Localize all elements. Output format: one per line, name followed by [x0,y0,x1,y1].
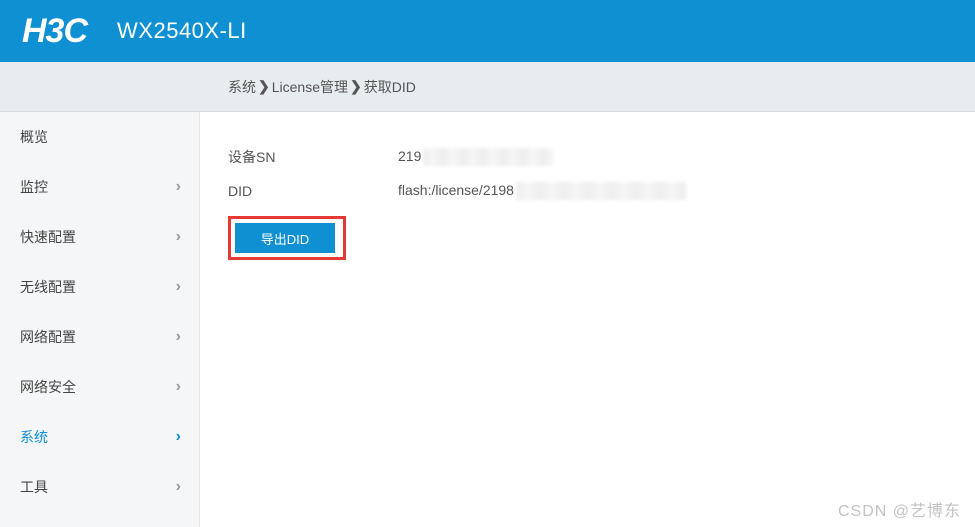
chevron-right-icon: › [176,378,181,396]
did-row: DID flash:/license/2198 [228,174,965,208]
sidebar-item-quickconfig[interactable]: 快速配置 › [0,212,199,262]
chevron-right-icon: › [176,278,181,296]
device-sn-row: 设备SN 219 [228,140,965,174]
device-sn-prefix: 219 [398,148,421,164]
content-panel: 设备SN 219 DID flash:/license/2198 导出DID [200,112,975,527]
chevron-right-icon: › [176,228,181,246]
redacted-icon [423,148,553,166]
sidebar-item-wireless[interactable]: 无线配置 › [0,262,199,312]
chevron-right-icon: › [176,328,181,346]
highlight-box: 导出DID [228,216,346,260]
breadcrumb-item[interactable]: License管理 [272,77,348,97]
sidebar-item-label: 快速配置 [20,227,76,247]
sidebar-item-label: 网络配置 [20,327,76,347]
watermark-text: CSDN @艺博东 [838,497,961,521]
sidebar-item-label: 概览 [20,127,48,147]
sidebar-item-security[interactable]: 网络安全 › [0,362,199,412]
chevron-right-icon: › [176,478,181,496]
breadcrumb-item[interactable]: 获取DID [364,77,416,97]
sidebar-item-label: 系统 [20,427,48,447]
did-value: flash:/license/2198 [398,182,686,200]
device-model: WX2540X-LI [117,18,247,44]
sidebar-item-monitor[interactable]: 监控 › [0,162,199,212]
sidebar-item-label: 网络安全 [20,377,76,397]
sidebar-item-network[interactable]: 网络配置 › [0,312,199,362]
export-did-button[interactable]: 导出DID [235,223,335,253]
did-label: DID [228,183,398,199]
chevron-right-icon: ❯ [258,78,270,95]
device-sn-label: 设备SN [228,147,398,167]
sidebar-item-label: 监控 [20,177,48,197]
device-sn-value: 219 [398,148,553,166]
chevron-right-icon: › [176,428,181,446]
sidebar-item-tools[interactable]: 工具 › [0,462,199,512]
chevron-right-icon: ❯ [350,78,362,95]
sidebar: 概览 监控 › 快速配置 › 无线配置 › 网络配置 › 网络安全 › 系统 ›… [0,112,200,527]
redacted-icon [516,182,686,200]
breadcrumb: 系统 ❯ License管理 ❯ 获取DID [0,62,975,112]
breadcrumb-item[interactable]: 系统 [228,77,256,97]
sidebar-item-label: 无线配置 [20,277,76,297]
sidebar-item-overview[interactable]: 概览 [0,112,199,162]
brand-logo: H3C [22,12,87,51]
sidebar-item-system[interactable]: 系统 › [0,412,199,462]
chevron-right-icon: › [176,178,181,196]
did-prefix: flash:/license/2198 [398,182,514,198]
sidebar-item-label: 工具 [20,477,48,497]
app-header: H3C WX2540X-LI [0,0,975,62]
